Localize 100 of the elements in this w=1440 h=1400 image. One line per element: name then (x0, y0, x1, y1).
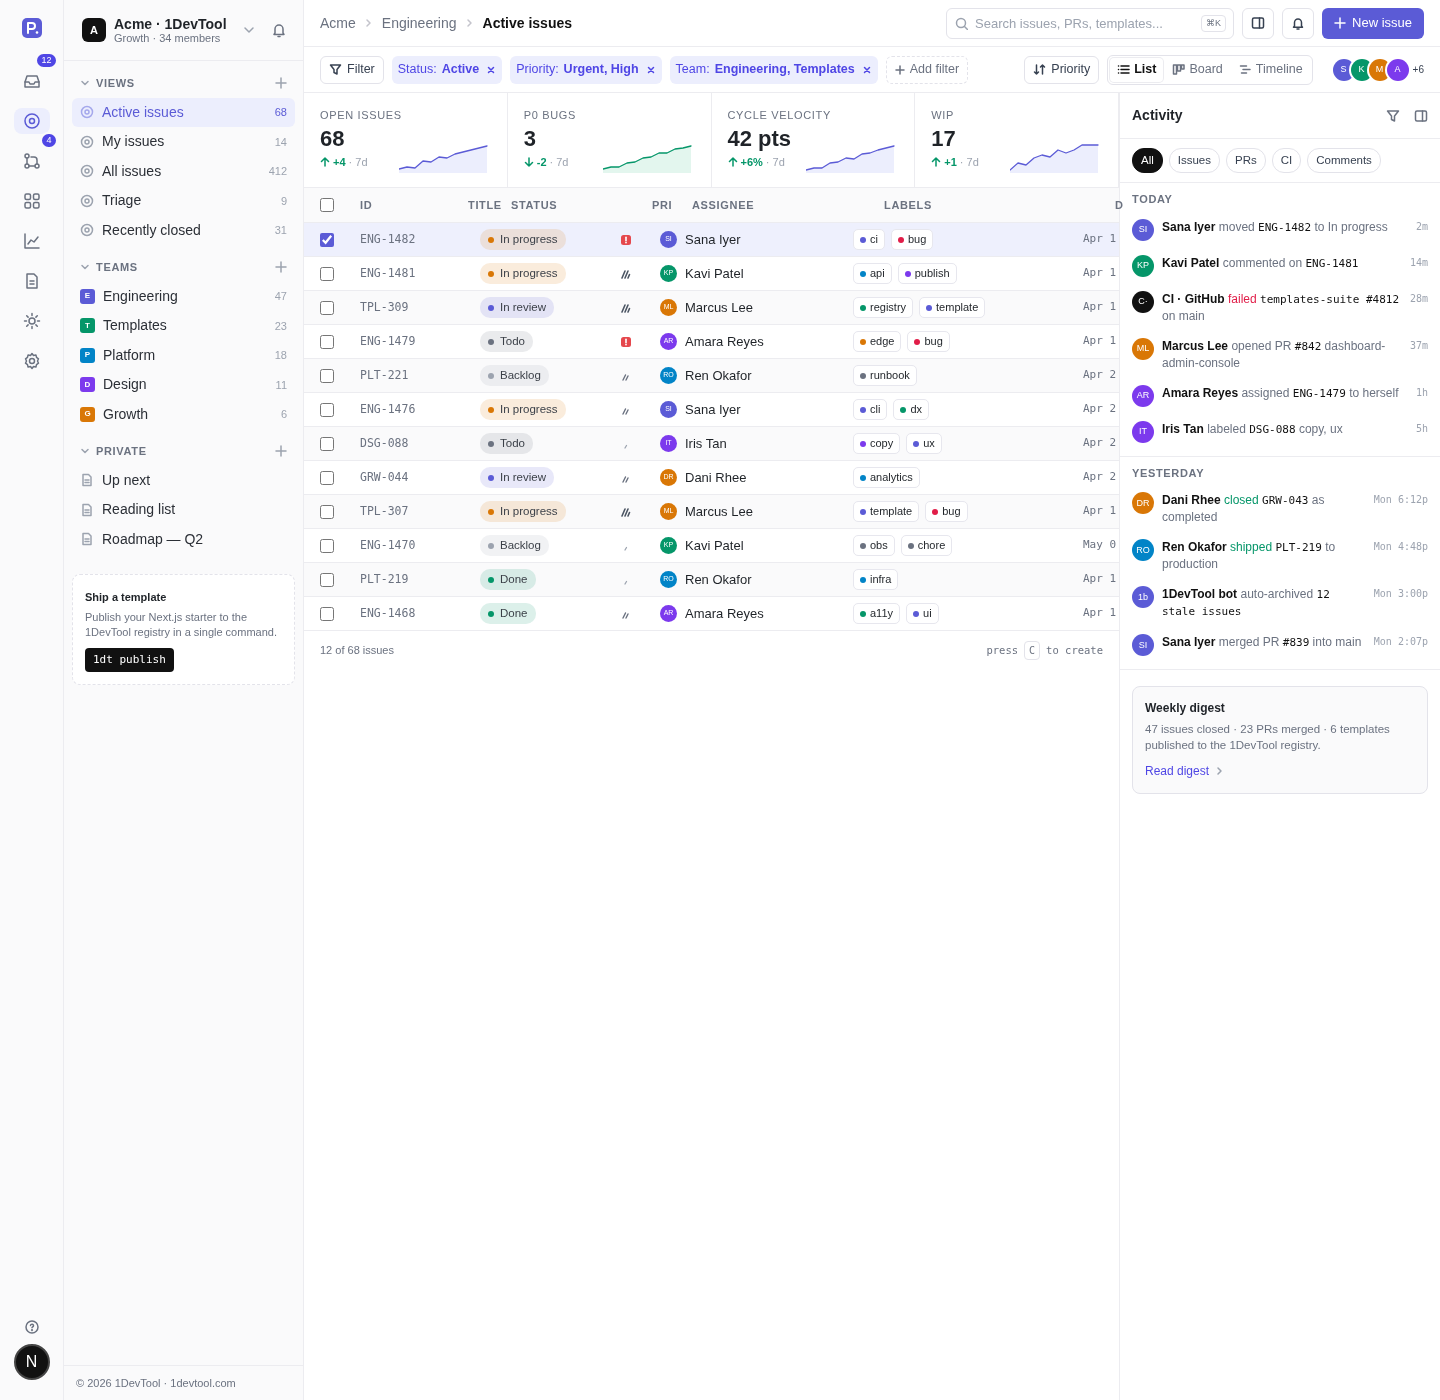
row-checkbox[interactable] (320, 266, 334, 281)
label-tag: publish (897, 263, 957, 284)
sidebar-item[interactable]: T Templates 23 (72, 311, 295, 341)
sidebar-item[interactable]: P Platform 18 (72, 340, 295, 370)
select-all-checkbox[interactable] (320, 198, 334, 212)
stat-delta: +1 (944, 154, 957, 170)
activity-time: 28m (1409, 291, 1428, 306)
filter-chip: Priority: Urgent, High (510, 55, 662, 84)
activity-filter-tab[interactable]: PRs (1226, 148, 1266, 174)
footer-text: © 2026 1DevTool · 1devtool.com (76, 1376, 236, 1389)
actor-avatar: SI (1132, 634, 1154, 657)
inbox-icon (22, 72, 41, 90)
user-avatar[interactable]: N (13, 1344, 50, 1380)
activity-filter-tab[interactable]: Comments (1307, 148, 1381, 174)
assignee-name: Ren Okafor (685, 570, 752, 589)
sidebar-item[interactable]: Recently closed 31 (72, 215, 295, 245)
team-icon: G (80, 406, 95, 422)
document-icon (80, 473, 94, 488)
column-header[interactable]: PRI (652, 196, 692, 214)
row-checkbox[interactable] (320, 538, 334, 553)
column-header[interactable]: LABELS (853, 196, 1075, 214)
label-tag: api (853, 263, 892, 284)
row-checkbox[interactable] (320, 334, 334, 349)
activity-time: 37m (1409, 338, 1428, 353)
label-tag: template (853, 501, 920, 522)
column-header[interactable]: ASSIGNEE (692, 196, 853, 214)
view-tab[interactable]: Timeline (1231, 57, 1310, 82)
stat-value: 17 (931, 124, 957, 153)
workspace-name[interactable]: Acme · 1DevTool (114, 15, 227, 32)
column-header[interactable]: STATUS (511, 196, 652, 214)
sidebar-item[interactable]: Triage 9 (72, 186, 295, 216)
add-filter-button[interactable]: Add filter (885, 55, 969, 84)
member-avatar: M (1368, 58, 1391, 81)
row-checkbox[interactable] (320, 402, 334, 417)
close-icon (487, 65, 496, 74)
activity-filter-tab[interactable]: All (1132, 148, 1163, 174)
activity-filter-tab[interactable]: CI (1271, 148, 1302, 174)
activity-text: CI · GitHub failed templates-suite #4812 on main (1162, 290, 1401, 324)
logo-icon (21, 18, 42, 38)
stat-delta: -2 (536, 154, 547, 170)
label-tag: runbook (853, 365, 917, 386)
sidebar-item[interactable]: Up next (72, 465, 295, 495)
filter-button[interactable] (1386, 108, 1400, 123)
row-checkbox[interactable] (320, 606, 334, 621)
board-icon (1172, 63, 1186, 76)
new-issue-button[interactable]: New issue (1322, 7, 1424, 39)
assignee-name: Kavi Patel (685, 536, 744, 555)
issue-id: ENG-1470 (360, 536, 417, 554)
issue-count: 12 of 68 issues (320, 643, 394, 659)
actor-avatar: AR (1132, 384, 1154, 407)
filter-chip: Team: Engineering, Templates (669, 55, 878, 84)
breadcrumb[interactable]: Acme (320, 12, 356, 34)
breadcrumb[interactable]: Engineering (381, 12, 457, 34)
column-header[interactable]: ID (360, 196, 468, 214)
sidebar-item[interactable]: Active issues 68 (72, 97, 295, 127)
row-checkbox[interactable] (320, 470, 334, 485)
activity-time: Mon 4:48p (1373, 540, 1428, 555)
sidebar-item[interactable]: G Growth 6 (72, 399, 295, 429)
notifications-button[interactable] (1282, 7, 1315, 39)
activity-filter-tab[interactable]: Issues (1168, 148, 1221, 174)
view-tab[interactable]: Board (1165, 57, 1230, 82)
panel-toggle-button[interactable] (1414, 108, 1428, 123)
sidebar-item[interactable]: Reading list (72, 495, 295, 525)
sidebar-item[interactable]: E Engineering 47 (72, 281, 295, 311)
activity-text: 1DevTool bot auto-archived 12 stale issues (1162, 586, 1331, 621)
row-checkbox[interactable] (320, 572, 334, 587)
sidebar-item[interactable]: Roadmap — Q2 (72, 524, 295, 554)
row-checkbox[interactable] (320, 504, 334, 519)
member-avatar: S (1332, 58, 1355, 81)
activity-text: Iris Tan labeled DSG-088 copy, ux (1162, 420, 1344, 438)
filter-button[interactable]: Filter (320, 55, 384, 84)
column-header[interactable]: D (1075, 196, 1124, 214)
rail-nav-button[interactable] (13, 108, 50, 134)
breadcrumb: Active issues (482, 13, 573, 33)
assignee-name: Kavi Patel (685, 264, 744, 283)
status-pill: In progress (480, 399, 566, 421)
row-checkbox[interactable] (320, 300, 334, 315)
view-tab[interactable]: List (1110, 57, 1164, 82)
row-checkbox[interactable] (320, 232, 334, 247)
sidebar-item[interactable]: My issues 14 (72, 127, 295, 157)
assignee-name: Amara Reyes (685, 332, 764, 351)
assignee-name: Ren Okafor (685, 366, 752, 385)
due-date: Apr 1 (1082, 605, 1118, 622)
activity-text: Marcus Lee opened PR #842 dashboard-admin-console (1162, 337, 1387, 371)
row-checkbox[interactable] (320, 368, 334, 383)
promo-title: Ship a template (85, 590, 168, 605)
due-date: Apr 1 (1082, 265, 1118, 282)
status-pill: In review (480, 297, 555, 319)
read-digest-link[interactable]: Read digest (1145, 762, 1226, 781)
stat-delta: +6% (740, 154, 763, 170)
target-icon (22, 112, 41, 130)
sort-button[interactable]: Priority (1024, 55, 1100, 84)
sidebar-item[interactable]: All issues 412 (72, 156, 295, 186)
sidebar-item[interactable]: D Design 11 (72, 370, 295, 400)
stat-period: · 7d (549, 154, 569, 170)
team-icon: P (80, 347, 95, 363)
column-header[interactable]: TITLE (468, 196, 511, 214)
row-checkbox[interactable] (320, 436, 334, 451)
stat-label: OPEN ISSUES (320, 108, 403, 123)
issue-id: ENG-1482 (360, 230, 417, 248)
